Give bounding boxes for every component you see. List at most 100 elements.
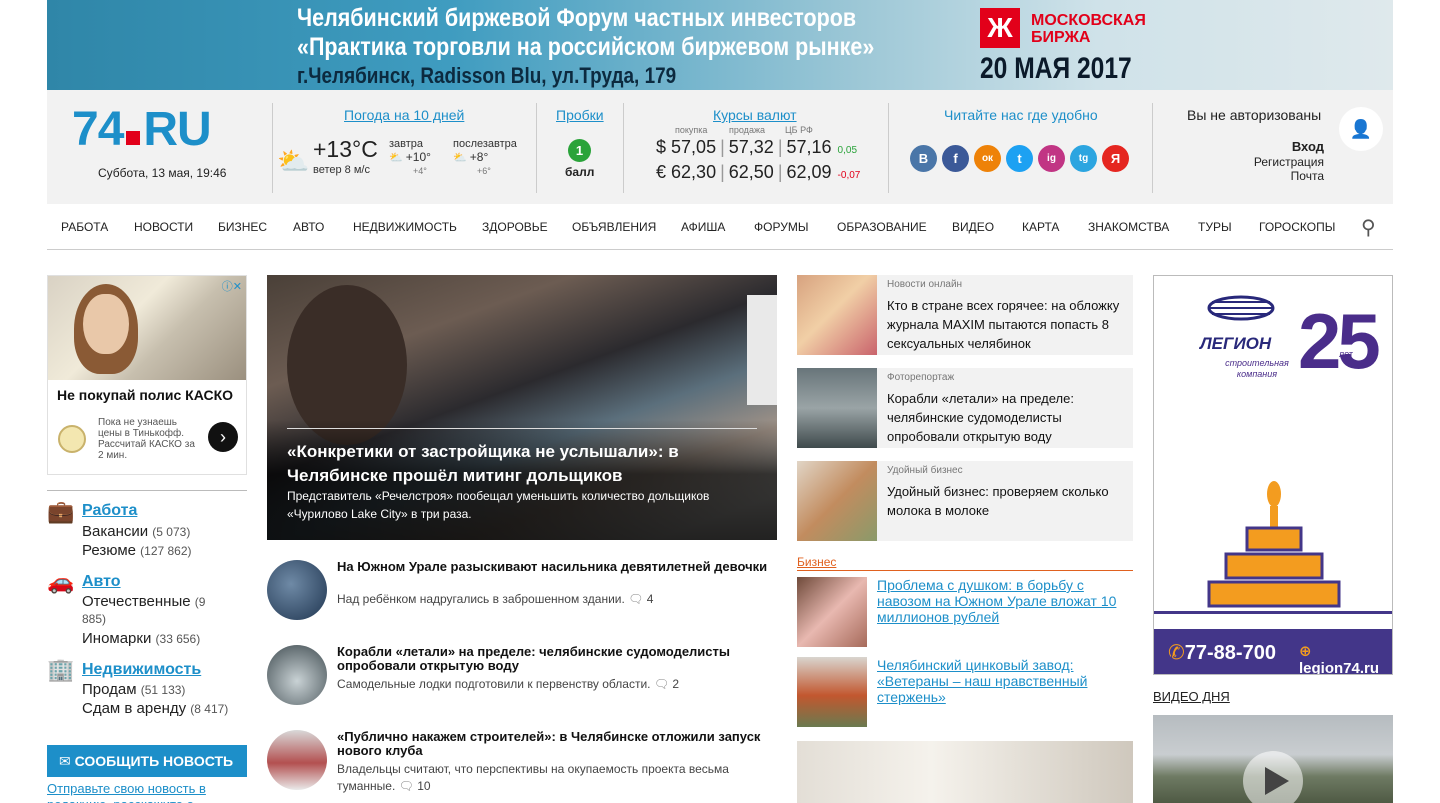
rubric-job-title[interactable]: Работа — [82, 502, 137, 520]
comment-icon: 🗨 — [398, 779, 414, 793]
card-image — [797, 368, 877, 448]
rubric-count: (5 073) — [152, 525, 191, 539]
news-title[interactable]: Корабли «летали» на пределе: челябинские… — [337, 645, 782, 673]
business-news-link[interactable]: Проблема с душком: в борьбу с навозом на… — [877, 577, 1133, 625]
news-image[interactable] — [797, 741, 1133, 803]
video-player[interactable] — [1153, 715, 1393, 803]
report-news-link[interactable]: Отправьте свою новость в редакцию, расск… — [47, 781, 247, 803]
nav-item[interactable]: ФОРУМЫ — [754, 220, 808, 234]
currency-link[interactable]: Курсы валют — [713, 107, 797, 123]
vk-icon[interactable]: В — [910, 145, 937, 172]
rubric-realty-title[interactable]: Недвижимость — [82, 661, 201, 679]
rubric-count: (127 862) — [140, 544, 192, 558]
traffic-link[interactable]: Пробки — [556, 107, 604, 123]
nav-item[interactable]: ЗНАКОМСТВА — [1088, 220, 1169, 234]
business-thumbnail[interactable] — [797, 577, 867, 647]
rubric-link[interactable]: Сдам в аренду (8 417) — [82, 700, 228, 717]
rubric-link[interactable]: Резюме (127 862) — [82, 542, 192, 559]
phone-icon: ✆ — [1168, 642, 1185, 664]
nav-item[interactable]: ОБЪЯВЛЕНИЯ — [572, 220, 656, 234]
play-icon — [1265, 767, 1289, 795]
news-card[interactable]: Фоторепортаж Корабли «летали» на пределе… — [797, 368, 1133, 448]
card-title[interactable]: Корабли «летали» на пределе: челябинские… — [887, 389, 1133, 446]
weather-link[interactable]: Погода на 10 дней — [344, 107, 464, 123]
nav-item[interactable]: ВИДЕО — [952, 220, 994, 234]
rubric-link[interactable]: Продам (51 133) — [82, 681, 185, 698]
top-banner-ad[interactable]: Челябинский биржевой Форум частных инвес… — [47, 0, 1393, 90]
nav-item[interactable]: АВТО — [293, 220, 324, 234]
usd-cb: 57,16 — [786, 137, 832, 157]
cake-icon — [1207, 481, 1341, 608]
briefcase-icon: 💼 — [47, 499, 75, 524]
header-divider — [272, 103, 273, 193]
legion-brand: ЛЕГИОН — [1200, 334, 1272, 353]
rubric-link[interactable]: Иномарки (33 656) — [82, 630, 200, 647]
news-title[interactable]: «Публично накажем строителей»: в Челябин… — [337, 730, 782, 758]
card-title[interactable]: Кто в стране всех горячее: на обложку жу… — [887, 296, 1133, 353]
rubric-label: Продам — [82, 681, 137, 698]
traffic-unit: балл — [565, 165, 595, 179]
nav-item[interactable]: КАРТА — [1022, 220, 1059, 234]
ad-image — [48, 276, 246, 380]
news-lead: Владельцы считают, что перспективы на ок… — [337, 761, 782, 795]
nav-item[interactable]: ТУРЫ — [1198, 220, 1232, 234]
news-thumbnail[interactable] — [267, 730, 327, 790]
video-of-day-link[interactable]: ВИДЕО ДНЯ — [1153, 689, 1230, 704]
legion-site: ⊕ legion74.ru — [1299, 642, 1392, 675]
business-section-link[interactable]: Бизнес — [797, 555, 836, 569]
right-ad[interactable]: ЛЕГИОН 25 лет строительная компания ✆77-… — [1153, 275, 1393, 675]
card-image — [797, 461, 877, 541]
building-icon: 🏢 — [47, 657, 75, 682]
news-thumbnail[interactable] — [267, 560, 327, 620]
nav-item[interactable]: ГОРОСКОПЫ — [1259, 220, 1335, 234]
odnoklassniki-icon[interactable]: ок — [974, 145, 1001, 172]
main-story-title[interactable]: «Конкретики от застройщика не услышали»:… — [287, 440, 767, 488]
usd-symbol: $ — [656, 137, 667, 157]
nav-item[interactable]: РАБОТА — [61, 220, 108, 234]
left-ad[interactable]: ⓘ✕ Не покупай полис КАСКО Пока не узнаеш… — [47, 275, 247, 475]
weather-tomorrow-day: +10° — [405, 150, 431, 164]
rubric-auto-title[interactable]: Авто — [82, 573, 121, 591]
telegram-icon[interactable]: tg — [1070, 145, 1097, 172]
facebook-icon[interactable]: f — [942, 145, 969, 172]
nav-item[interactable]: АФИША — [681, 220, 725, 234]
register-link[interactable]: Регистрация — [1254, 155, 1324, 169]
rubric-link[interactable]: Вакансии (5 073) — [82, 523, 190, 540]
banner-line-1: Челябинский биржевой Форум частных инвес… — [297, 4, 857, 32]
login-link[interactable]: Вход — [1292, 139, 1324, 154]
usd-delta: 0,05 — [837, 145, 858, 156]
news-card[interactable]: Удойный бизнес Удойный бизнес: проверяем… — [797, 461, 1133, 541]
ad-arrow-button[interactable]: › — [208, 422, 238, 452]
main-story[interactable]: «Конкретики от застройщика не услышали»:… — [267, 275, 777, 540]
nav-item[interactable]: НОВОСТИ — [134, 220, 193, 234]
user-avatar-icon[interactable]: 👤 — [1339, 107, 1383, 151]
divider — [47, 490, 247, 491]
news-thumbnail[interactable] — [267, 645, 327, 705]
legion-years-number: 25 — [1298, 297, 1381, 385]
mail-link[interactable]: Почта — [1291, 169, 1324, 183]
news-card[interactable]: Новости онлайн Кто в стране всех горячее… — [797, 275, 1133, 355]
business-thumbnail[interactable] — [797, 657, 867, 727]
weather-after-tomorrow: послезавтра ⛅ +8° +6° — [453, 138, 517, 178]
rubric-count: (8 417) — [190, 702, 229, 716]
nav-item[interactable]: БИЗНЕС — [218, 220, 267, 234]
social-title: Читайте нас где удобно — [944, 107, 1098, 123]
search-icon[interactable]: ⚲ — [1361, 215, 1376, 240]
legion-site-url: legion74.ru — [1299, 660, 1380, 675]
news-title[interactable]: На Южном Урале разыскивают насильника де… — [337, 560, 782, 574]
yandex-icon[interactable]: Я — [1102, 145, 1129, 172]
nav-item[interactable]: НЕДВИЖИМОСТЬ — [353, 220, 457, 234]
banner-line-3: г.Челябинск, Radisson Blu, ул.Труда, 179 — [297, 63, 677, 88]
currency-col-cb: ЦБ РФ — [785, 125, 813, 135]
nav-item[interactable]: ЗДОРОВЬЕ — [482, 220, 548, 234]
report-news-button[interactable]: ✉ СООБЩИТЬ НОВОСТЬ — [47, 745, 247, 777]
instagram-icon[interactable]: ig — [1038, 145, 1065, 172]
twitter-icon[interactable]: t — [1006, 145, 1033, 172]
nav-item[interactable]: ОБРАЗОВАНИЕ — [837, 220, 927, 234]
usd-buy: 57,05 — [671, 137, 717, 157]
card-title[interactable]: Удойный бизнес: проверяем сколько молока… — [887, 482, 1133, 520]
business-news-link[interactable]: Челябинский цинковый завод: «Ветераны – … — [877, 657, 1133, 705]
ad-info-icon[interactable]: ⓘ✕ — [222, 278, 242, 294]
rubric-link[interactable]: Отечественные (9 — [82, 593, 205, 610]
site-logo[interactable]: 74 RU — [72, 103, 212, 157]
